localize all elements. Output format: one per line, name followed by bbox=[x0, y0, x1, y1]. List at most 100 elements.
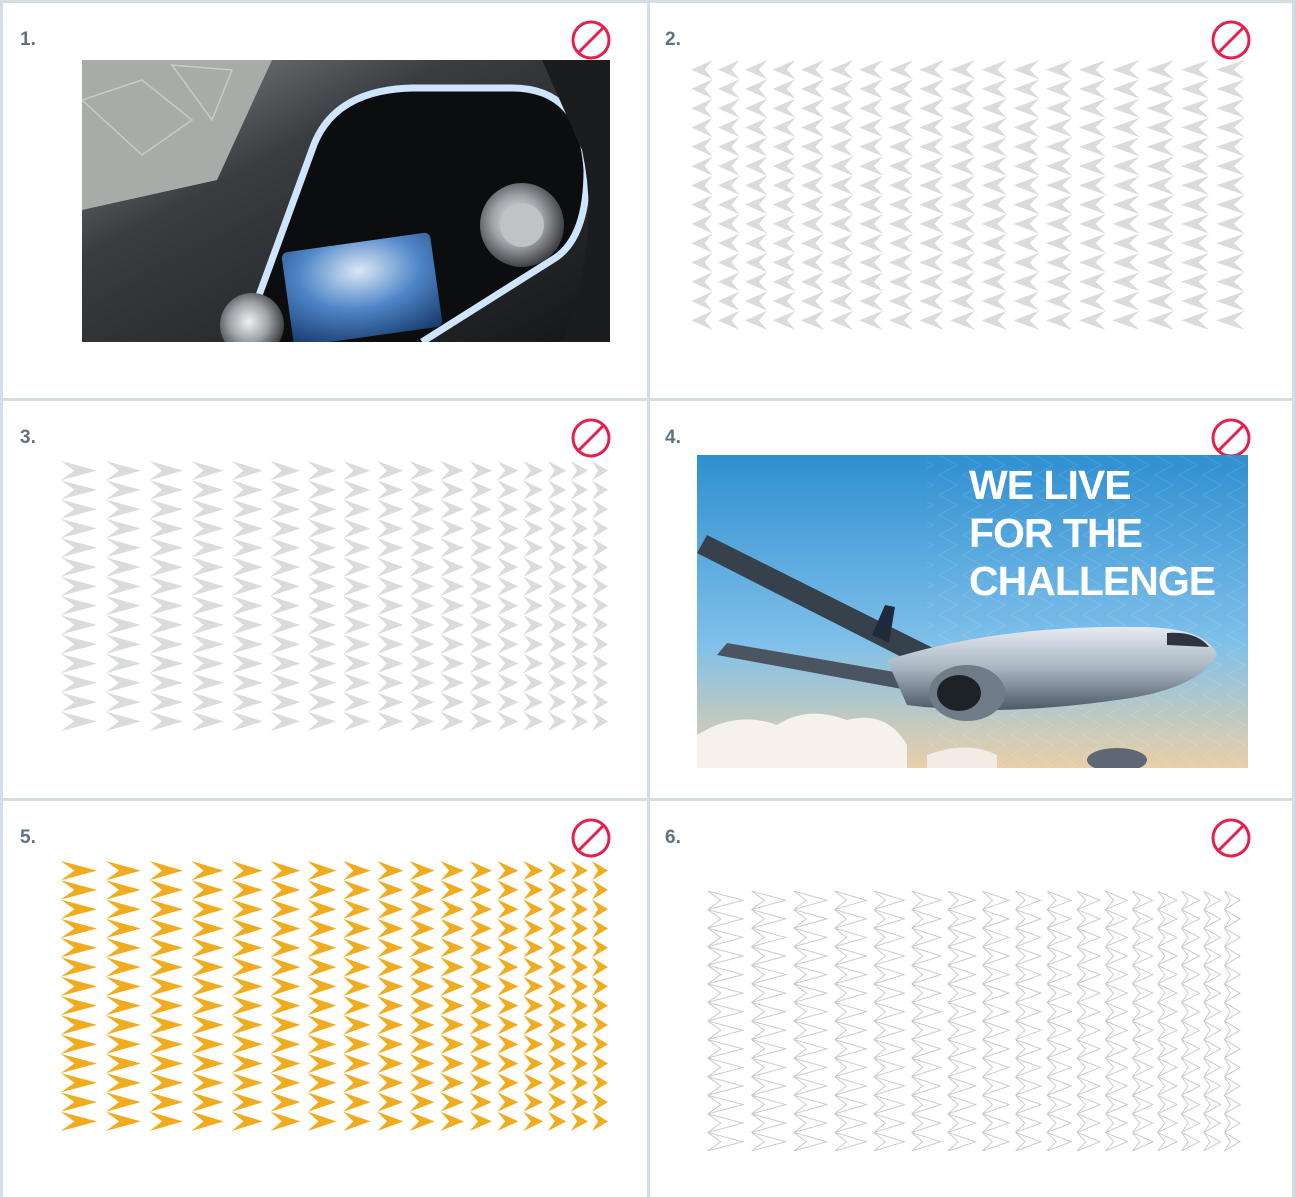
pattern-arrow bbox=[1078, 79, 1106, 99]
pattern-arrow bbox=[270, 673, 301, 693]
pattern-arrow bbox=[270, 918, 301, 939]
pattern-arrow bbox=[497, 957, 519, 977]
pattern-arrow bbox=[772, 272, 796, 292]
pattern-arrow bbox=[1146, 214, 1175, 234]
pattern-arrow bbox=[592, 1111, 609, 1131]
pattern-arrow bbox=[377, 615, 404, 635]
pattern-arrow bbox=[1112, 117, 1140, 138]
pattern-arrow bbox=[149, 538, 184, 558]
pattern-arrow bbox=[1105, 983, 1129, 1003]
pattern-arrow bbox=[231, 518, 263, 539]
pattern-arrow bbox=[950, 60, 976, 80]
pattern-arrow bbox=[707, 1020, 745, 1041]
pattern-arrow bbox=[343, 1092, 371, 1112]
pattern-arrow bbox=[1015, 1039, 1043, 1059]
pattern-arrow bbox=[888, 291, 914, 311]
pattern-arrow bbox=[1105, 964, 1129, 985]
pattern-arrow bbox=[1105, 909, 1129, 929]
panel-number: 5. bbox=[20, 827, 36, 848]
pattern-arrow bbox=[440, 976, 465, 996]
pattern-arrow bbox=[888, 98, 914, 118]
pattern-arrow bbox=[409, 480, 435, 500]
pattern-arrow bbox=[231, 615, 263, 635]
pattern-arrow bbox=[231, 557, 263, 577]
pattern-arrow bbox=[409, 653, 435, 674]
pattern-arrow bbox=[707, 1076, 745, 1096]
pattern-arrow bbox=[982, 983, 1011, 1003]
pattern-arrow bbox=[270, 711, 301, 731]
pattern-arrow bbox=[191, 538, 224, 558]
pattern-arrow bbox=[497, 692, 519, 712]
pattern-arrow bbox=[105, 1053, 141, 1074]
pattern-arrow bbox=[469, 596, 492, 616]
pattern-arrow bbox=[231, 461, 263, 481]
pattern-arrow bbox=[859, 117, 883, 138]
pattern-arrow bbox=[592, 1015, 609, 1035]
pattern-arrow bbox=[105, 938, 141, 958]
pattern-arrow bbox=[800, 233, 824, 253]
pattern-arrow bbox=[950, 137, 976, 157]
pattern-arrow bbox=[1181, 79, 1210, 99]
pattern-arrow bbox=[270, 1034, 301, 1054]
pattern-arrow bbox=[570, 480, 588, 500]
pattern-arrow bbox=[947, 1057, 978, 1078]
pattern-arrow bbox=[1112, 195, 1140, 215]
pattern-arrow bbox=[570, 1073, 588, 1093]
panel-6: 6. bbox=[647, 798, 1295, 1197]
pattern-arrow bbox=[1224, 1076, 1241, 1096]
pattern-arrow bbox=[409, 461, 435, 481]
pattern-arrow bbox=[469, 518, 492, 539]
pattern-arrow bbox=[307, 673, 337, 693]
pattern-arrow bbox=[149, 673, 184, 693]
pattern-arrow bbox=[1076, 946, 1102, 966]
pattern-arrow bbox=[409, 1034, 435, 1054]
pattern-arrow bbox=[1181, 156, 1210, 176]
pattern-arrow bbox=[570, 576, 588, 596]
pattern-arrow bbox=[1131, 891, 1155, 911]
pattern-arrow bbox=[1046, 891, 1073, 911]
pattern-arrow bbox=[409, 518, 435, 539]
pattern-arrow bbox=[691, 60, 713, 80]
pattern-arrow bbox=[592, 899, 609, 919]
pattern-arrow bbox=[834, 909, 869, 929]
pattern-arrow bbox=[829, 233, 854, 253]
pattern-arrow bbox=[440, 711, 465, 731]
pattern-arrow bbox=[149, 557, 184, 577]
pattern-arrow bbox=[547, 461, 567, 481]
pattern-arrow bbox=[149, 1073, 184, 1093]
pattern-arrow bbox=[982, 927, 1011, 948]
pattern-arrow bbox=[270, 976, 301, 996]
pattern-arrow bbox=[1078, 195, 1106, 215]
pattern-arrow bbox=[469, 692, 492, 712]
pattern-arrow bbox=[592, 518, 609, 539]
pattern-arrow bbox=[1112, 60, 1140, 80]
pattern-arrow bbox=[793, 946, 829, 966]
pattern-arrow bbox=[149, 899, 184, 919]
pattern-arrow bbox=[911, 909, 943, 929]
pattern-arrow bbox=[409, 673, 435, 693]
pattern-arrow bbox=[717, 214, 740, 234]
pattern-arrow bbox=[1112, 137, 1140, 157]
pattern-arrow bbox=[270, 1053, 301, 1074]
pattern-arrow bbox=[981, 272, 1007, 292]
pattern-arrow bbox=[717, 291, 740, 311]
outline-arrow-pattern bbox=[707, 891, 1241, 1151]
pattern-arrow bbox=[191, 480, 224, 500]
pattern-arrow bbox=[793, 1020, 829, 1041]
pattern-arrow bbox=[1045, 117, 1073, 138]
pattern-arrow bbox=[1203, 891, 1222, 911]
pattern-arrow bbox=[592, 615, 609, 635]
pattern-arrow bbox=[800, 175, 824, 195]
pattern-arrow bbox=[1224, 1131, 1241, 1151]
pattern-arrow bbox=[1045, 156, 1073, 176]
pattern-arrow bbox=[1157, 927, 1179, 948]
pattern-arrow bbox=[570, 461, 588, 481]
pattern-arrow bbox=[1181, 1020, 1201, 1041]
pattern-arrow bbox=[270, 996, 301, 1016]
pattern-arrow bbox=[1076, 1020, 1102, 1041]
pattern-arrow bbox=[469, 938, 492, 958]
pattern-arrow bbox=[981, 252, 1007, 273]
pattern-arrow bbox=[231, 596, 263, 616]
pattern-arrow bbox=[793, 1039, 829, 1059]
pattern-arrow bbox=[919, 156, 944, 176]
